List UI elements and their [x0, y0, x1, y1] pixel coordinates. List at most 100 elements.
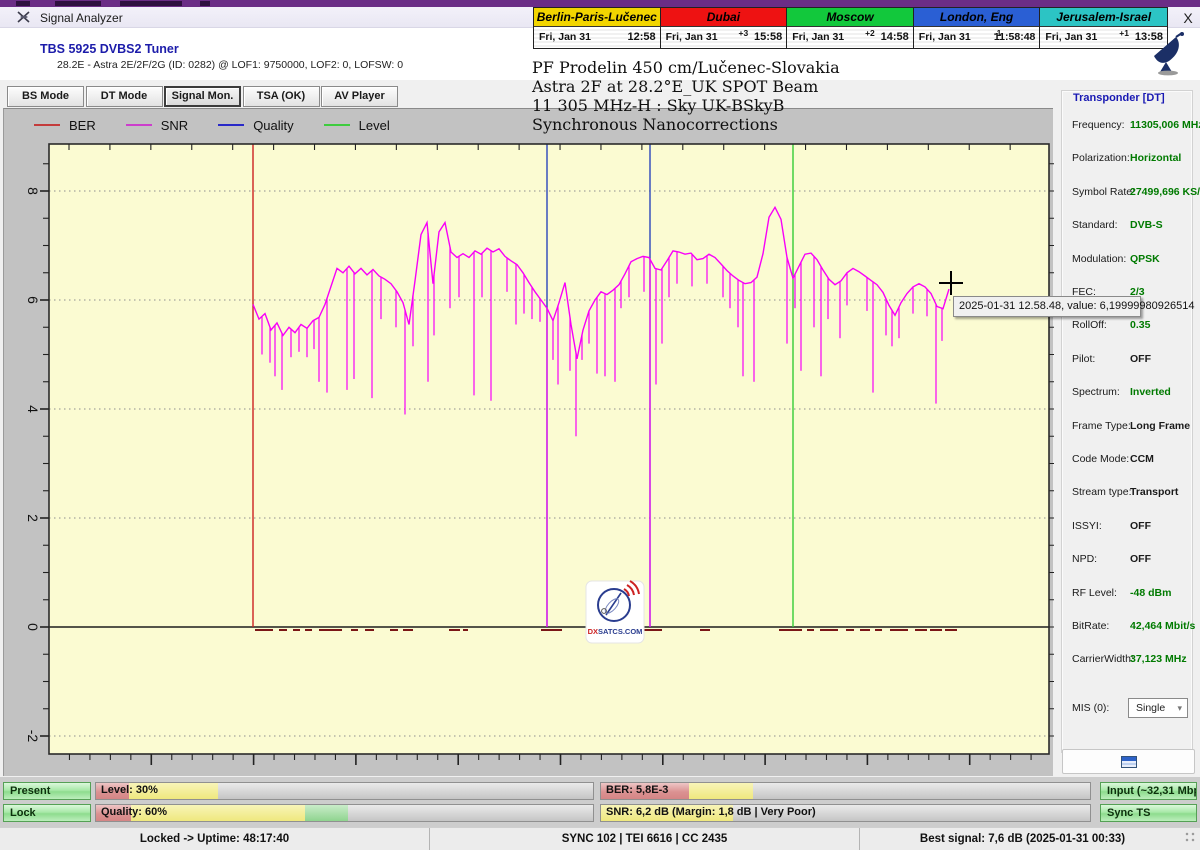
mis-dropdown[interactable]: Single ▾	[1128, 698, 1188, 718]
field-value: 11305,006 MHz	[1130, 119, 1200, 131]
mis-value: Single	[1136, 702, 1166, 714]
field-value: 27499,696 KS/s	[1130, 185, 1200, 198]
clock-city-label: Moscow	[787, 8, 913, 27]
status-bar: Locked -> Uptime: 48:17:40 SYNC 102 | TE…	[0, 827, 1200, 850]
field-value: Long Frame	[1130, 419, 1191, 432]
transponder-row-streamtype: Stream type: Transport	[1062, 486, 1194, 500]
clock-3: London, Eng Fri, Jan 31 -1 11:58:48	[913, 8, 1041, 48]
bar-label: Quality: 60%	[101, 806, 168, 818]
progress-bar: BER: 5,8E-3	[600, 782, 1091, 800]
transponder-row-issyi: ISSYI: OFF	[1062, 520, 1194, 534]
window-fragment	[55, 1, 101, 6]
external-window-edge	[0, 0, 1200, 7]
field-label: Pilot:	[1072, 352, 1096, 365]
tab-tsa-ok-[interactable]: TSA (OK)	[242, 86, 320, 107]
clock-time-row: Fri, Jan 31 +3 15:58	[660, 27, 787, 48]
field-value: Horizontal	[1130, 152, 1182, 165]
tab-bs-mode[interactable]: BS Mode	[7, 86, 84, 107]
clock-city-label: London, Eng	[913, 8, 1040, 27]
window-capture-icon	[1121, 756, 1137, 768]
resize-grip[interactable]	[1184, 831, 1198, 847]
field-value: Inverted	[1130, 386, 1171, 399]
tab-dt-mode[interactable]: DT Mode	[85, 86, 163, 107]
signal-chart[interactable]: 8 6 4 2 0 -2 DXSATCS.COM	[4, 109, 1054, 777]
clock-utc-offset: +2	[865, 28, 875, 38]
transponder-row-bitrate: BitRate: 42,464 Mbit/s	[1062, 620, 1195, 634]
field-label: Spectrum:	[1072, 386, 1120, 399]
clock-date: Fri, Jan 31	[1045, 31, 1098, 43]
window-fragment	[200, 1, 210, 6]
transponder-row-spectrum: Spectrum: Inverted	[1062, 386, 1194, 400]
clock-time-row: Fri, Jan 31 12:58	[534, 27, 660, 48]
tab-av-player[interactable]: AV Player	[321, 86, 398, 107]
tuner-name: TBS 5925 DVBS2 Tuner	[40, 42, 179, 56]
bar-label: SNR: 6,2 dB (Margin: 1,8 dB | Very Poor)	[606, 806, 816, 818]
clock-0: Berlin-Paris-Lučenec Fri, Jan 31 12:58	[534, 8, 661, 48]
satellite-dish-icon	[1154, 32, 1184, 76]
close-button[interactable]: X	[1178, 9, 1198, 27]
field-label: Symbol Rate:	[1072, 185, 1136, 198]
clock-city-label: Jerusalem-Israel	[1040, 8, 1167, 27]
status-sync-counters: SYNC 102 | TEI 6616 | CC 2435	[430, 828, 860, 850]
field-label: Modulation:	[1072, 252, 1127, 265]
clock-utc-offset: +1	[1119, 28, 1129, 38]
field-label: RollOff:	[1072, 319, 1107, 332]
plot-area[interactable]	[49, 144, 1049, 754]
field-value: OFF	[1130, 352, 1151, 365]
indicator-present[interactable]: Present	[3, 782, 91, 800]
status-best-signal: Best signal: 7,6 dB (2025-01-31 00:33)	[919, 833, 1126, 845]
chevron-down-icon: ▾	[1177, 703, 1182, 713]
indicator-input-32-31-mbps-[interactable]: Input (~32,31 Mbps)	[1100, 782, 1197, 800]
field-value: QPSK	[1130, 252, 1160, 265]
logo-part: DXSATCS.COM	[588, 627, 643, 636]
clock-date: Fri, Jan 31	[918, 31, 971, 43]
transponder-row-symbolrate: Symbol Rate: 27499,696 KS/s	[1062, 185, 1200, 200]
tuner-details: 28.2E - Astra 2E/2F/2G (ID: 0282) @ LOF1…	[57, 59, 404, 71]
field-label: Frequency:	[1072, 119, 1125, 131]
y-tick-label: 2	[25, 514, 41, 522]
clock-time: 14:58	[880, 31, 909, 43]
window-fragment	[120, 1, 182, 6]
window-fragment	[16, 1, 30, 6]
field-label: CarrierWidth:	[1072, 653, 1134, 666]
field-value: -48 dBm	[1130, 586, 1172, 599]
field-value: Transport	[1130, 486, 1179, 499]
clock-time: 15:58	[754, 31, 783, 43]
field-value: 0.35	[1130, 319, 1151, 332]
transponder-title: Transponder [DT]	[1070, 92, 1168, 104]
field-value: CCM	[1130, 453, 1154, 465]
field-label: Polarization:	[1072, 152, 1130, 165]
transponder-panel: Transponder [DT] Frequency: 11305,006 MHz…	[1058, 82, 1200, 776]
field-label: Stream type:	[1072, 486, 1132, 499]
clock-time-row: Fri, Jan 31 +2 14:58	[787, 27, 913, 48]
y-tick-label: 0	[25, 623, 41, 631]
mis-row: MIS (0): Single ▾	[1062, 698, 1194, 718]
chart-tooltip: 2025-01-31 12.58.48, value: 6,1999998092…	[953, 296, 1195, 317]
indicator-sync-ts[interactable]: Sync TS	[1100, 804, 1197, 822]
transponder-row-standard: Standard: DVB-S	[1062, 219, 1194, 233]
field-label: Frame Type:	[1072, 419, 1131, 432]
clock-city-label: Dubai	[660, 8, 787, 27]
tab-signal-mon-[interactable]: Signal Mon.	[164, 86, 241, 107]
transponder-row-frametype: Frame Type: Long Frame	[1062, 420, 1194, 434]
status-lock-uptime: Locked -> Uptime: 48:17:40	[0, 828, 430, 850]
clock-city-label: Berlin-Paris-Lučenec	[534, 8, 660, 27]
field-value: 37,123 MHz	[1130, 653, 1187, 666]
y-tick-label: 8	[25, 187, 41, 195]
field-label: Standard:	[1072, 219, 1118, 232]
capture-button[interactable]	[1062, 749, 1195, 774]
progress-bar: Quality: 60%	[95, 804, 594, 822]
transponder-row-rolloff: RollOff: 0.35	[1062, 319, 1194, 333]
transponder-row-frequency: Frequency: 11305,006 MHz	[1062, 119, 1200, 133]
y-tick-label: 6	[25, 296, 41, 304]
clock-1: Dubai Fri, Jan 31 +3 15:58	[660, 8, 788, 48]
clock-2: Moscow Fri, Jan 31 +2 14:58	[787, 8, 914, 48]
bar-label: BER: 5,8E-3	[606, 784, 669, 796]
annotation-line-3: 11 305 MHz-H : Sky UK-BSkyB	[532, 96, 785, 115]
y-tick-label: -2	[25, 730, 41, 743]
indicator-lock[interactable]: Lock	[3, 804, 91, 822]
field-label: ISSYI:	[1072, 519, 1102, 532]
transponder-row-npd: NPD: OFF	[1062, 553, 1194, 567]
bar-label: Level: 30%	[101, 784, 158, 796]
annotation-line-2: Astra 2F at 28.2°E_UK SPOT Beam	[532, 77, 819, 96]
